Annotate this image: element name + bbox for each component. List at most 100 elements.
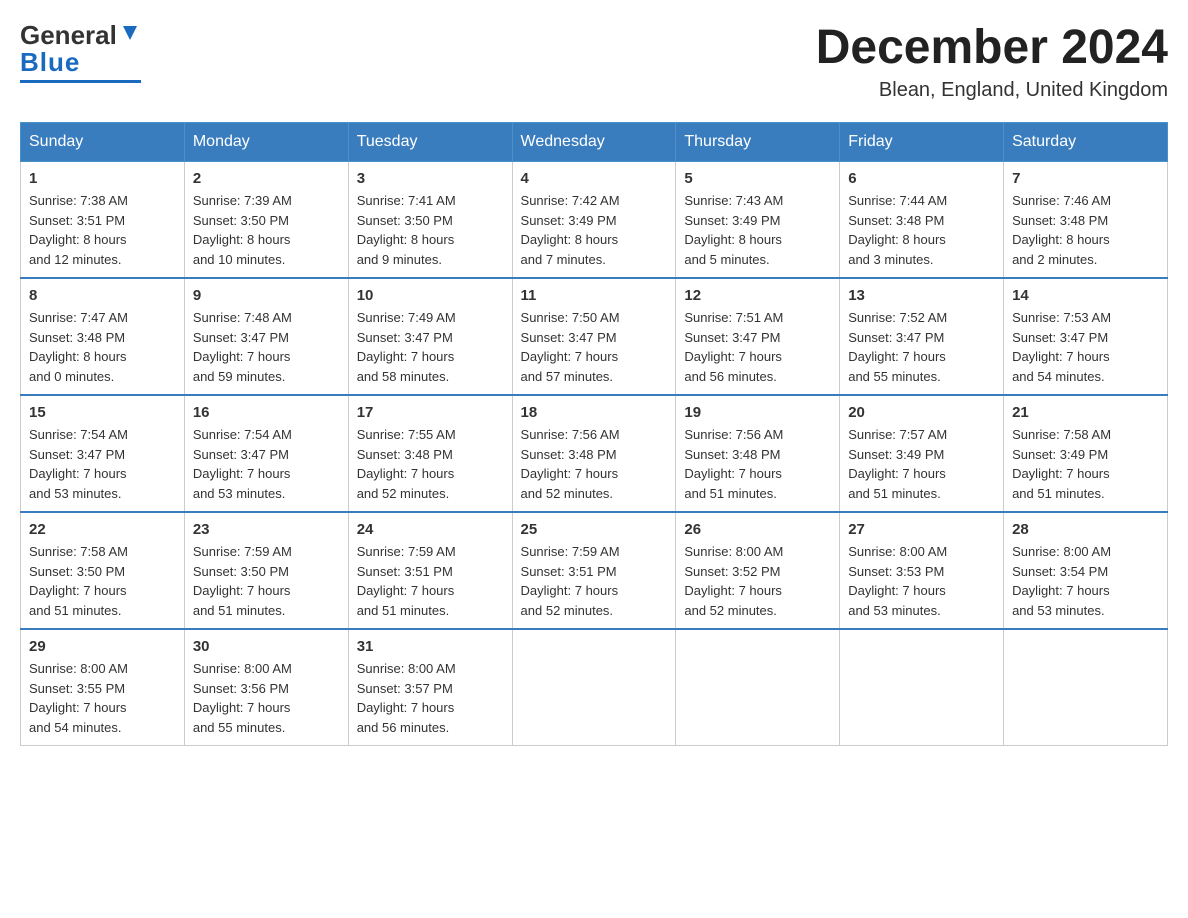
day-cell: 20 Sunrise: 7:57 AMSunset: 3:49 PMDayligh…: [840, 395, 1004, 512]
day-info: Sunrise: 7:49 AMSunset: 3:47 PMDaylight:…: [357, 308, 504, 386]
day-number: 11: [521, 287, 668, 304]
day-info: Sunrise: 7:55 AMSunset: 3:48 PMDaylight:…: [357, 425, 504, 503]
day-cell: 24 Sunrise: 7:59 AMSunset: 3:51 PMDayligh…: [348, 512, 512, 629]
day-info: Sunrise: 7:43 AMSunset: 3:49 PMDaylight:…: [684, 191, 831, 269]
day-number: 14: [1012, 287, 1159, 304]
week-row-4: 22 Sunrise: 7:58 AMSunset: 3:50 PMDayligh…: [21, 512, 1168, 629]
day-cell: [1004, 629, 1168, 746]
week-row-3: 15 Sunrise: 7:54 AMSunset: 3:47 PMDayligh…: [21, 395, 1168, 512]
day-number: 1: [29, 170, 176, 187]
day-cell: 14 Sunrise: 7:53 AMSunset: 3:47 PMDayligh…: [1004, 278, 1168, 395]
day-cell: 11Sunrise: 7:50 AMSunset: 3:47 PMDayligh…: [512, 278, 676, 395]
day-info: Sunrise: 7:59 AMSunset: 3:51 PMDaylight:…: [521, 542, 668, 620]
day-info: Sunrise: 7:51 AMSunset: 3:47 PMDaylight:…: [684, 308, 831, 386]
day-number: 5: [684, 170, 831, 187]
day-number: 2: [193, 170, 340, 187]
day-cell: 2 Sunrise: 7:39 AMSunset: 3:50 PMDaylight…: [184, 162, 348, 279]
day-number: 26: [684, 521, 831, 538]
title-area: December 2024 Blean, England, United Kin…: [816, 20, 1168, 102]
day-number: 24: [357, 521, 504, 538]
day-info: Sunrise: 7:59 AMSunset: 3:51 PMDaylight:…: [357, 542, 504, 620]
day-info: Sunrise: 7:52 AMSunset: 3:47 PMDaylight:…: [848, 308, 995, 386]
day-cell: 4Sunrise: 7:42 AMSunset: 3:49 PMDaylight…: [512, 162, 676, 279]
calendar-body: 1 Sunrise: 7:38 AMSunset: 3:51 PMDaylight…: [21, 162, 1168, 746]
day-cell: [676, 629, 840, 746]
day-info: Sunrise: 7:57 AMSunset: 3:49 PMDaylight:…: [848, 425, 995, 503]
day-cell: 9 Sunrise: 7:48 AMSunset: 3:47 PMDaylight…: [184, 278, 348, 395]
day-info: Sunrise: 7:47 AMSunset: 3:48 PMDaylight:…: [29, 308, 176, 386]
logo-blue: Blue: [20, 47, 80, 78]
day-number: 29: [29, 638, 176, 655]
day-cell: 21 Sunrise: 7:58 AMSunset: 3:49 PMDayligh…: [1004, 395, 1168, 512]
day-number: 28: [1012, 521, 1159, 538]
col-tuesday: Tuesday: [348, 123, 512, 162]
day-info: Sunrise: 7:58 AMSunset: 3:49 PMDaylight:…: [1012, 425, 1159, 503]
day-number: 8: [29, 287, 176, 304]
day-cell: 13 Sunrise: 7:52 AMSunset: 3:47 PMDayligh…: [840, 278, 1004, 395]
day-cell: 15 Sunrise: 7:54 AMSunset: 3:47 PMDayligh…: [21, 395, 185, 512]
day-info: Sunrise: 7:54 AMSunset: 3:47 PMDaylight:…: [29, 425, 176, 503]
calendar-header: Sunday Monday Tuesday Wednesday Thursday…: [21, 123, 1168, 162]
day-cell: 30Sunrise: 8:00 AMSunset: 3:56 PMDayligh…: [184, 629, 348, 746]
day-cell: 18Sunrise: 7:56 AMSunset: 3:48 PMDayligh…: [512, 395, 676, 512]
day-info: Sunrise: 7:41 AMSunset: 3:50 PMDaylight:…: [357, 191, 504, 269]
day-cell: 28Sunrise: 8:00 AMSunset: 3:54 PMDayligh…: [1004, 512, 1168, 629]
day-number: 25: [521, 521, 668, 538]
col-friday: Friday: [840, 123, 1004, 162]
day-info: Sunrise: 7:48 AMSunset: 3:47 PMDaylight:…: [193, 308, 340, 386]
day-number: 27: [848, 521, 995, 538]
day-cell: 12 Sunrise: 7:51 AMSunset: 3:47 PMDayligh…: [676, 278, 840, 395]
day-info: Sunrise: 7:54 AMSunset: 3:47 PMDaylight:…: [193, 425, 340, 503]
day-cell: 6Sunrise: 7:44 AMSunset: 3:48 PMDaylight…: [840, 162, 1004, 279]
day-info: Sunrise: 8:00 AMSunset: 3:53 PMDaylight:…: [848, 542, 995, 620]
day-number: 18: [521, 404, 668, 421]
day-number: 10: [357, 287, 504, 304]
day-cell: 5 Sunrise: 7:43 AMSunset: 3:49 PMDaylight…: [676, 162, 840, 279]
day-number: 12: [684, 287, 831, 304]
day-cell: 10 Sunrise: 7:49 AMSunset: 3:47 PMDayligh…: [348, 278, 512, 395]
week-row-5: 29 Sunrise: 8:00 AMSunset: 3:55 PMDayligh…: [21, 629, 1168, 746]
day-number: 19: [684, 404, 831, 421]
header-row: Sunday Monday Tuesday Wednesday Thursday…: [21, 123, 1168, 162]
day-number: 9: [193, 287, 340, 304]
week-row-2: 8 Sunrise: 7:47 AMSunset: 3:48 PMDaylight…: [21, 278, 1168, 395]
day-cell: 1 Sunrise: 7:38 AMSunset: 3:51 PMDaylight…: [21, 162, 185, 279]
day-number: 23: [193, 521, 340, 538]
calendar-table: Sunday Monday Tuesday Wednesday Thursday…: [20, 122, 1168, 746]
day-info: Sunrise: 7:39 AMSunset: 3:50 PMDaylight:…: [193, 191, 340, 269]
day-info: Sunrise: 7:59 AMSunset: 3:50 PMDaylight:…: [193, 542, 340, 620]
day-number: 20: [848, 404, 995, 421]
day-number: 13: [848, 287, 995, 304]
day-cell: 31 Sunrise: 8:00 AMSunset: 3:57 PMDayligh…: [348, 629, 512, 746]
col-thursday: Thursday: [676, 123, 840, 162]
day-cell: 17Sunrise: 7:55 AMSunset: 3:48 PMDayligh…: [348, 395, 512, 512]
day-cell: 8 Sunrise: 7:47 AMSunset: 3:48 PMDaylight…: [21, 278, 185, 395]
day-info: Sunrise: 7:44 AMSunset: 3:48 PMDaylight:…: [848, 191, 995, 269]
col-saturday: Saturday: [1004, 123, 1168, 162]
day-cell: 7Sunrise: 7:46 AMSunset: 3:48 PMDaylight…: [1004, 162, 1168, 279]
day-info: Sunrise: 7:38 AMSunset: 3:51 PMDaylight:…: [29, 191, 176, 269]
day-cell: 16Sunrise: 7:54 AMSunset: 3:47 PMDayligh…: [184, 395, 348, 512]
day-number: 22: [29, 521, 176, 538]
day-cell: [840, 629, 1004, 746]
week-row-1: 1 Sunrise: 7:38 AMSunset: 3:51 PMDaylight…: [21, 162, 1168, 279]
day-number: 15: [29, 404, 176, 421]
location: Blean, England, United Kingdom: [816, 79, 1168, 102]
day-cell: 19 Sunrise: 7:56 AMSunset: 3:48 PMDayligh…: [676, 395, 840, 512]
page-header: General Blue December 2024 Blean, Englan…: [20, 20, 1168, 102]
col-monday: Monday: [184, 123, 348, 162]
day-number: 31: [357, 638, 504, 655]
day-number: 21: [1012, 404, 1159, 421]
day-info: Sunrise: 7:46 AMSunset: 3:48 PMDaylight:…: [1012, 191, 1159, 269]
day-info: Sunrise: 7:56 AMSunset: 3:48 PMDaylight:…: [684, 425, 831, 503]
day-info: Sunrise: 7:53 AMSunset: 3:47 PMDaylight:…: [1012, 308, 1159, 386]
day-info: Sunrise: 8:00 AMSunset: 3:57 PMDaylight:…: [357, 659, 504, 737]
day-info: Sunrise: 8:00 AMSunset: 3:56 PMDaylight:…: [193, 659, 340, 737]
day-cell: 23 Sunrise: 7:59 AMSunset: 3:50 PMDayligh…: [184, 512, 348, 629]
logo-triangle-icon: [119, 22, 141, 44]
day-info: Sunrise: 7:42 AMSunset: 3:49 PMDaylight:…: [521, 191, 668, 269]
day-info: Sunrise: 8:00 AMSunset: 3:55 PMDaylight:…: [29, 659, 176, 737]
day-info: Sunrise: 8:00 AMSunset: 3:52 PMDaylight:…: [684, 542, 831, 620]
day-info: Sunrise: 7:58 AMSunset: 3:50 PMDaylight:…: [29, 542, 176, 620]
month-title: December 2024: [816, 20, 1168, 75]
